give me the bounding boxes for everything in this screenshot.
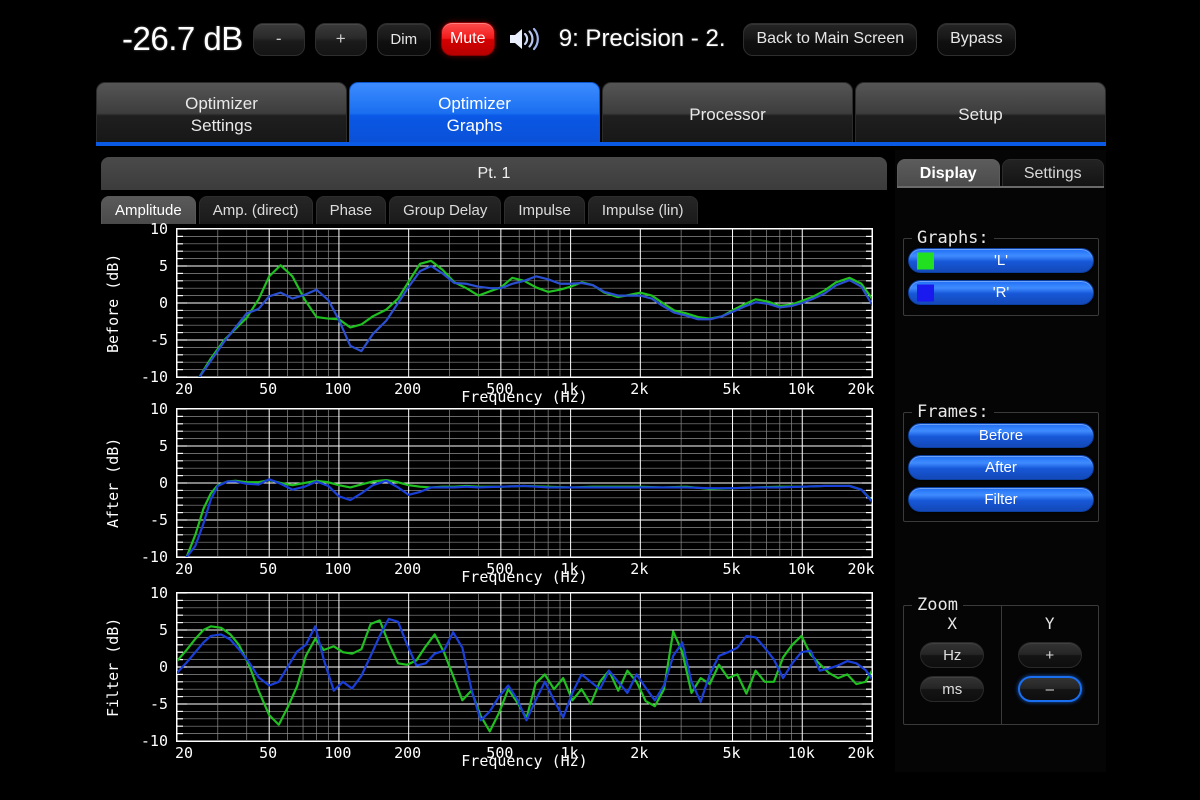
side-panel: Display Settings Graphs: 'L' 'R' Frames: B… xyxy=(895,150,1106,772)
main-tab-setup[interactable]: Setup xyxy=(855,82,1106,146)
main-tab-line1: Setup xyxy=(958,104,1003,124)
x-axis-label: Frequency (Hz) xyxy=(461,568,588,586)
y-tick-label: 5 xyxy=(158,257,168,275)
back-to-main-screen-button[interactable]: Back to Main Screen xyxy=(743,22,918,56)
zoom-y-column: Y + – xyxy=(1002,606,1099,724)
zoom-y-minus-button[interactable]: – xyxy=(1017,676,1082,702)
graph-channel-buttons: 'L' 'R' xyxy=(904,239,1098,305)
y-tick-label: -5 xyxy=(149,511,168,529)
side-panel-tab-rule xyxy=(897,186,1104,188)
y-tick-label: 10 xyxy=(149,400,168,418)
y-tick-label: 0 xyxy=(158,658,168,676)
channel-color-swatch xyxy=(917,284,934,301)
graph-tab-impulse[interactable]: Impulse xyxy=(504,196,585,224)
frame-buttons: Before After Filter xyxy=(904,413,1098,512)
y-tick-label: 5 xyxy=(158,437,168,455)
speaker-volume-icon xyxy=(505,24,543,54)
zoom-y-plus-button[interactable]: + xyxy=(1017,642,1082,668)
graph-before[interactable]: Before (dB) 10 5 0 -5 -10 20 50 100 200 500 1k 2k 5k 1… xyxy=(96,220,891,406)
main-tab-optimizer-settings[interactable]: Optimizer Settings xyxy=(96,82,347,146)
graph-tab-amp-direct[interactable]: Amp. (direct) xyxy=(198,196,313,224)
side-panel-tab-bar: Display Settings xyxy=(897,157,1104,187)
volume-increase-button[interactable]: + xyxy=(314,22,367,56)
y-tick-labels: 10 5 0 -5 -10 xyxy=(122,220,172,386)
main-tab-optimizer-graphs[interactable]: Optimizer Graphs xyxy=(349,82,600,146)
frame-button-after[interactable]: After xyxy=(908,455,1094,480)
main-tab-bar: Optimizer Settings Optimizer Graphs Processo… xyxy=(96,78,1106,146)
zoom-group: Zoom X Hz ms Y + – xyxy=(903,595,1099,725)
x-axis-label: Frequency (Hz) xyxy=(461,388,588,406)
side-tab-display[interactable]: Display xyxy=(897,159,1000,187)
zoom-x-column: X Hz ms xyxy=(904,606,1002,724)
bypass-button[interactable]: Bypass xyxy=(937,22,1016,56)
zoom-x-header: X xyxy=(947,614,958,633)
zoom-y-buttons: + – xyxy=(1017,642,1082,710)
graph-channel-button-r[interactable]: 'R' xyxy=(908,280,1094,305)
graph-channel-label: 'L' xyxy=(993,252,1009,269)
zoom-x-ms-button[interactable]: ms xyxy=(920,676,985,702)
y-tick-labels: 10 5 0 -5 -10 xyxy=(122,400,172,566)
volume-decrease-button[interactable]: - xyxy=(252,22,305,56)
graphs-group-label: Graphs: xyxy=(912,228,994,248)
y-tick-label: -10 xyxy=(140,368,168,386)
preset-name-label: 9: Precision - 2. xyxy=(558,25,726,52)
frames-group: Frames: Before After Filter xyxy=(903,402,1099,522)
content-area: Pt. 1 Amplitude Amp. (direct) Phase Group D… xyxy=(96,150,1106,772)
y-tick-label: -5 xyxy=(149,695,168,713)
plot-area[interactable] xyxy=(176,408,873,558)
x-axis-label: Frequency (Hz) xyxy=(461,752,588,770)
main-tab-line1: Processor xyxy=(689,104,766,124)
y-tick-label: 0 xyxy=(158,294,168,312)
graph-tab-phase[interactable]: Phase xyxy=(315,196,387,224)
zoom-group-label: Zoom xyxy=(912,595,963,615)
mute-button[interactable]: Mute xyxy=(440,22,495,56)
graph-tab-amplitude[interactable]: Amplitude xyxy=(101,196,196,224)
y-tick-label: -10 xyxy=(140,732,168,750)
graphs-group: Graphs: 'L' 'R' xyxy=(903,228,1099,316)
main-tab-line1: Optimizer xyxy=(438,94,511,114)
zoom-y-header: Y xyxy=(1044,614,1055,633)
y-tick-label: 0 xyxy=(158,474,168,492)
graph-tab-group-delay[interactable]: Group Delay xyxy=(389,196,502,224)
frames-group-label: Frames: xyxy=(912,402,994,422)
app-window: -26.7 dB - + Dim Mute 9: Precision - 2. … xyxy=(0,0,1200,800)
frame-button-filter[interactable]: Filter xyxy=(908,487,1094,512)
top-toolbar: -26.7 dB - + Dim Mute 9: Precision - 2. … xyxy=(96,10,1106,68)
y-tick-label: -10 xyxy=(140,548,168,566)
graph-tab-impulse-lin[interactable]: Impulse (lin) xyxy=(587,196,698,224)
graph-filter[interactable]: Filter (dB) 10 5 0 -5 -10 20 50 100 200 500 1k 2k 5k 1… xyxy=(96,584,891,770)
dim-button[interactable]: Dim xyxy=(376,22,431,56)
y-tick-label: 10 xyxy=(149,220,168,238)
y-tick-labels: 10 5 0 -5 -10 xyxy=(122,584,172,750)
plot-area[interactable] xyxy=(176,592,873,742)
main-tab-line2: Settings xyxy=(190,115,253,135)
side-tab-settings[interactable]: Settings xyxy=(1001,159,1104,187)
graphs-pane: Pt. 1 Amplitude Amp. (direct) Phase Group D… xyxy=(96,150,891,772)
volume-readout: -26.7 dB xyxy=(122,20,243,57)
main-tab-line2: Graphs xyxy=(446,115,503,135)
y-tick-label: -5 xyxy=(149,331,168,349)
graph-channel-button-l[interactable]: 'L' xyxy=(908,248,1094,273)
main-tab-underline xyxy=(96,142,1106,146)
y-tick-label: 10 xyxy=(149,584,168,602)
graph-type-tab-bar: Amplitude Amp. (direct) Phase Group Delay Im… xyxy=(101,194,887,224)
zoom-x-buttons: Hz ms xyxy=(920,642,985,710)
frame-button-before[interactable]: Before xyxy=(908,423,1094,448)
main-tab-line1: Optimizer xyxy=(185,94,258,114)
plot-area[interactable] xyxy=(176,228,873,378)
channel-color-swatch xyxy=(917,252,934,269)
zoom-x-hz-button[interactable]: Hz xyxy=(920,642,985,668)
main-tab-processor[interactable]: Processor xyxy=(602,82,853,146)
graph-after[interactable]: After (dB) 10 5 0 -5 -10 20 50 100 200 500 1k 2k 5k 10… xyxy=(96,400,891,586)
y-tick-label: 5 xyxy=(158,621,168,639)
graph-channel-label: 'R' xyxy=(992,284,1010,301)
measurement-point-header[interactable]: Pt. 1 xyxy=(101,157,887,190)
